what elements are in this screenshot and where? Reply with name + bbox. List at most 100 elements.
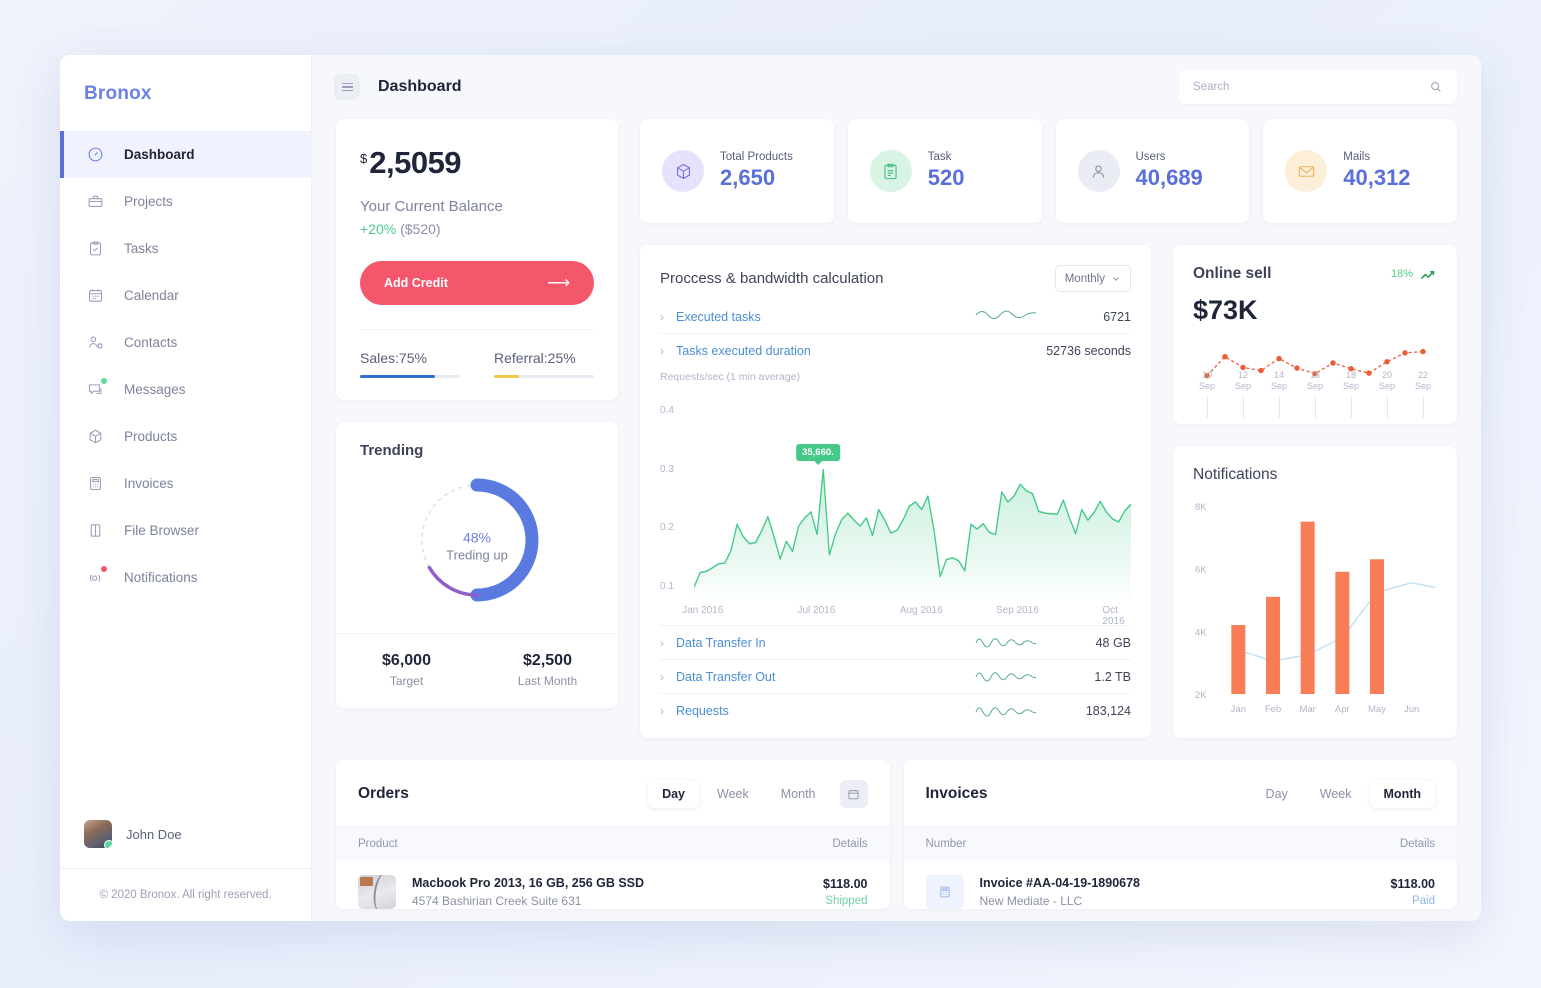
x-tick-label: 22 Sep <box>1415 370 1431 418</box>
row-label[interactable]: Data Transfer Out <box>676 670 775 684</box>
sidebar-item-invoices[interactable]: Invoices <box>60 460 311 507</box>
bar <box>1231 625 1246 694</box>
badge-dot <box>101 377 107 384</box>
balance-delta: +20% ($520) <box>360 221 594 237</box>
invoices-title: Invoices <box>925 785 988 802</box>
bandwidth-bottom-rows: › Data Transfer In 48 GB › Data Transfer… <box>660 625 1131 728</box>
product-name: Macbook Pro 2013, 16 GB, 256 GB SSD <box>412 876 645 890</box>
top-bar: Dashboard <box>312 55 1481 119</box>
orders-tab-month[interactable]: Month <box>767 780 830 808</box>
x-tick-label: Mar <box>1299 704 1315 715</box>
trending-last-month: $2,500 Last Month <box>477 652 618 688</box>
box-icon <box>662 150 704 192</box>
stat-label: Total Products <box>720 151 793 163</box>
stat-label: Task <box>927 151 952 163</box>
search-box[interactable] <box>1179 70 1457 104</box>
orders-tab-week[interactable]: Week <box>703 780 763 808</box>
chevron-down-icon <box>1113 276 1119 281</box>
page-title: Dashboard <box>378 78 462 95</box>
orders-tab-day[interactable]: Day <box>648 780 700 808</box>
online-sell-title: Online sell <box>1193 265 1272 282</box>
target-label: Target <box>389 674 424 688</box>
bandwidth-row-tasks-duration[interactable]: › Tasks executed duration 52736 seconds <box>660 334 1131 368</box>
table-row[interactable]: Invoice #AA-04-19-1890678 New Mediate - … <box>904 861 1458 909</box>
hamburger-icon[interactable] <box>334 74 360 100</box>
search-input[interactable] <box>1193 81 1429 93</box>
invoices-tab-day[interactable]: Day <box>1252 780 1302 808</box>
y-tick-label: 4K <box>1195 627 1207 638</box>
y-tick-label: 8K <box>1195 502 1207 513</box>
orders-title: Orders <box>358 785 409 802</box>
invoices-card: Invoices Day Week Month Number Details I… <box>903 760 1458 909</box>
sidebar-item-tasks[interactable]: Tasks <box>60 225 311 272</box>
right-column: Online sell 18% $73K 10 Sep 12 Sep 14 Sep 16 Se… <box>1173 245 1457 738</box>
stat-label: Mails <box>1343 151 1371 163</box>
x-tick-label: 14 Sep <box>1271 370 1287 418</box>
x-tick-label: Jan 2016 <box>682 605 724 616</box>
stat-card-task[interactable]: Task 520 <box>847 119 1042 223</box>
x-tick-label: 10 Sep <box>1199 370 1215 418</box>
column-product: Product <box>358 838 398 850</box>
row-label[interactable]: Requests <box>676 704 729 718</box>
y-axis: 0.1 0.2 0.3 0.4 <box>660 399 688 599</box>
bandwidth-row-executed-tasks[interactable]: › Executed tasks 6721 <box>660 300 1131 334</box>
orders-tabs: Day Week Month <box>648 780 868 808</box>
segment-bar <box>360 375 460 378</box>
trending-caption: Treding up <box>446 547 508 563</box>
period-dropdown[interactable]: Monthly <box>1054 265 1131 292</box>
avatar <box>84 820 112 848</box>
box-icon <box>84 426 106 448</box>
arrow-right-icon: ⟶ <box>547 275 570 292</box>
product-address: 4574 Bashirian Creek Suite 631 <box>412 894 582 908</box>
bandwidth-row-requests[interactable]: › Requests 183,124 <box>660 694 1131 728</box>
sell-x-axis: 10 Sep 12 Sep 14 Sep 16 Sep 18 Sep 20 Sep 22 Sep <box>1193 370 1437 418</box>
online-sell-percent: 18% <box>1390 268 1413 280</box>
sparkline-icon <box>975 306 1037 327</box>
sidebar-item-products[interactable]: Products <box>60 413 311 460</box>
bandwidth-area-chart: 0.1 0.2 0.3 0.4 35,660. Jan 2016 Jul 201… <box>660 399 1131 627</box>
area-chart-svg <box>694 468 1131 599</box>
bandwidth-row-data-transfer-in[interactable]: › Data Transfer In 48 GB <box>660 626 1131 660</box>
user-name: John Doe <box>126 826 182 842</box>
stat-card-mails[interactable]: Mails 40,312 <box>1263 119 1457 223</box>
row-label[interactable]: Executed tasks <box>676 310 761 324</box>
sparkline-icon <box>975 632 1037 653</box>
delta-percent: +20% <box>360 221 397 237</box>
target-value: $6,000 <box>382 652 431 669</box>
calendar-icon <box>84 285 106 307</box>
add-credit-button[interactable]: Add Credit ⟶ <box>360 261 594 305</box>
sidebar-item-projects[interactable]: Projects <box>60 178 311 225</box>
column-details: Details <box>1399 838 1435 850</box>
sidebar-item-file-browser[interactable]: File Browser <box>60 507 311 554</box>
clipboard-check-icon <box>84 238 106 260</box>
stat-card-total-products[interactable]: Total Products 2,650 <box>640 119 834 223</box>
row-label[interactable]: Data Transfer In <box>676 636 766 650</box>
search-icon[interactable] <box>1429 80 1443 94</box>
sidebar-item-dashboard[interactable]: Dashboard <box>60 131 311 178</box>
last-month-label: Last Month <box>517 674 578 688</box>
notifications-bar-chart: 2K 4K 6K 8K Jan Feb Mar Apr May Jun <box>1193 488 1437 724</box>
table-row[interactable]: Macbook Pro 2013, 16 GB, 256 GB SSD 4574… <box>336 861 890 909</box>
sidebar-user[interactable]: John Doe <box>60 820 311 868</box>
bandwidth-row-duration-wrap: › Tasks executed duration 52736 seconds … <box>660 334 1131 385</box>
sidebar-item-messages[interactable]: Messages <box>60 366 311 413</box>
trend-up-icon <box>1421 270 1435 279</box>
stat-card-users[interactable]: Users 40,689 <box>1055 119 1250 223</box>
x-tick-label: Jan <box>1231 704 1246 715</box>
row-label[interactable]: Tasks executed duration <box>676 344 811 358</box>
calendar-icon[interactable] <box>839 780 868 808</box>
bandwidth-row-data-transfer-out[interactable]: › Data Transfer Out 1.2 TB <box>660 660 1131 694</box>
sidebar-label: Contacts <box>124 335 178 350</box>
brand-logo[interactable]: Bronox <box>60 55 311 129</box>
dashboard-content: $ 2,5059 Your Current Balance +20% ($520… <box>312 119 1481 921</box>
invoices-tab-month[interactable]: Month <box>1369 780 1435 808</box>
sidebar-item-calendar[interactable]: Calendar <box>60 272 311 319</box>
sidebar-label: Dashboard <box>124 147 195 162</box>
sidebar-item-notifications[interactable]: Notifications <box>60 554 311 601</box>
invoices-tab-week[interactable]: Week <box>1306 780 1366 808</box>
y-tick-label: 2K <box>1195 690 1207 701</box>
stat-label: Users <box>1135 151 1166 163</box>
column-number: Number <box>925 838 967 850</box>
sidebar-item-contacts[interactable]: Contacts <box>60 319 311 366</box>
trending-title: Trending <box>360 442 424 459</box>
